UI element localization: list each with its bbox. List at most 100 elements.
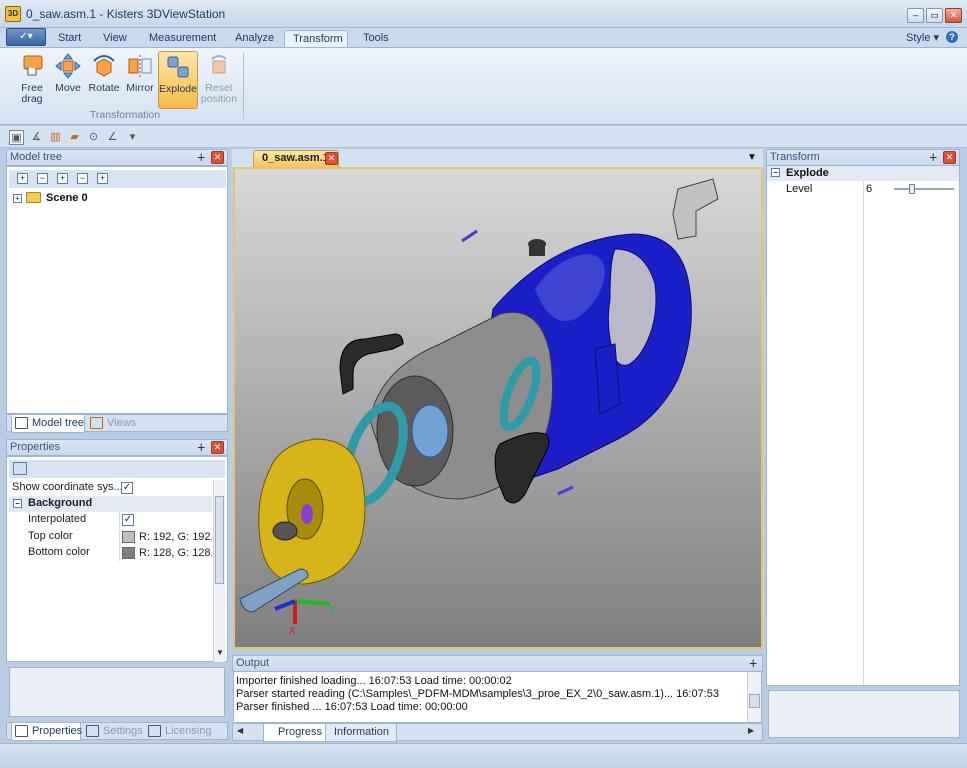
style-menu[interactable]: Style ▾ — [906, 31, 939, 44]
3d-model-render[interactable]: Y X — [235, 169, 761, 647]
tab-settings[interactable]: Settings — [83, 723, 143, 741]
tab-information[interactable]: Information — [325, 724, 397, 742]
tab-licensing[interactable]: Licensing — [145, 723, 211, 741]
model-tree-title: Model tree — [10, 151, 62, 163]
explode-button[interactable]: Explode — [158, 51, 198, 109]
close-icon[interactable]: ✕ — [211, 441, 224, 454]
move-label: Move — [55, 82, 81, 94]
explode-section[interactable]: − Explode — [767, 166, 959, 181]
tab-properties-label: Properties — [32, 725, 83, 737]
expand-selected-icon[interactable]: + — [97, 173, 108, 184]
mirror-button[interactable]: Mirror — [122, 51, 158, 109]
close-icon[interactable]: ✕ — [211, 151, 224, 164]
top-color-swatch[interactable] — [122, 531, 135, 544]
reset-position-button[interactable]: Reset position — [199, 51, 239, 109]
3d-viewport[interactable]: Y X — [233, 167, 763, 649]
collapse-level-icon[interactable]: − — [77, 173, 88, 184]
pin-icon[interactable]: ⵜ — [197, 151, 205, 166]
toolbar-more-icon[interactable]: ▾ — [125, 130, 140, 145]
rotate-button[interactable]: Rotate — [86, 51, 122, 109]
application-menu-button[interactable]: ✓▾ — [6, 28, 46, 46]
level-slider-thumb[interactable] — [909, 184, 915, 194]
prop-group-background[interactable]: − Background — [9, 496, 212, 512]
prop-row-coordinate[interactable]: Show coordinate sys... ✓ — [9, 480, 212, 496]
level-value[interactable]: 6 — [866, 183, 872, 195]
axis-triad: Y X — [274, 599, 336, 637]
scroll-right-icon[interactable]: ▶ — [748, 726, 754, 735]
cap-body[interactable] — [529, 244, 545, 256]
tab-list-dropdown-icon[interactable]: ▼ — [747, 152, 757, 163]
reset-label-2: position — [200, 93, 238, 105]
interpolated-checkbox[interactable]: ✓ — [122, 514, 134, 527]
tree-node-scene[interactable]: + Scene 0 — [13, 192, 133, 206]
help-icon[interactable]: ? — [946, 31, 958, 43]
rotate-cube-icon — [91, 53, 117, 79]
prop-row-top-color[interactable]: Top color R: 192, G: 192, B: 192 — [9, 529, 212, 545]
output-line: Importer finished loading... 16:07:53 Lo… — [236, 675, 512, 687]
minimize-button[interactable]: – — [907, 8, 924, 23]
level-slider-track[interactable] — [894, 188, 954, 190]
expand-all-icon[interactable]: + — [17, 173, 28, 184]
status-bar — [0, 743, 967, 768]
prop-label: Show coordinate sys... — [12, 481, 123, 493]
bottom-color-swatch[interactable] — [122, 547, 135, 560]
restore-button[interactable]: ▭ — [926, 8, 943, 23]
pin-part[interactable] — [461, 229, 478, 243]
collapse-all-icon[interactable]: − — [37, 173, 48, 184]
level-label: Level — [786, 183, 813, 195]
bracket-part[interactable] — [672, 178, 719, 240]
select-mode-icon[interactable]: ▣ — [9, 130, 24, 145]
scroll-down-icon[interactable]: ▼ — [216, 648, 224, 657]
tab-tools[interactable]: Tools — [355, 30, 397, 48]
tree-expander-icon[interactable]: + — [13, 194, 22, 203]
tab-progress[interactable]: Progress — [263, 724, 333, 742]
paint-icon[interactable]: ▰ — [67, 130, 82, 145]
top-color-value: R: 192, G: 192, B: 192 — [139, 531, 212, 543]
tab-views[interactable]: Views — [87, 415, 137, 433]
tab-analyze[interactable]: Analyze — [227, 30, 282, 48]
output-tabs: ◀ Progress Information ▶ — [232, 723, 763, 742]
axis-y-label: Y — [329, 605, 336, 616]
properties-scrollbar[interactable]: ▼ — [213, 480, 225, 662]
axis-x-label: X — [289, 626, 296, 637]
coordinate-checkbox[interactable]: ✓ — [121, 482, 133, 495]
pin-part-2[interactable] — [557, 485, 574, 496]
section-icon[interactable]: ▥ — [48, 130, 63, 145]
tab-model-tree[interactable]: Model tree — [11, 415, 85, 433]
free-drag-button[interactable]: Free drag — [14, 51, 50, 109]
move-button[interactable]: Move — [50, 51, 86, 109]
angle-icon[interactable]: ∠ — [105, 130, 120, 145]
tab-transform[interactable]: Transform — [284, 30, 348, 48]
tab-information-label: Information — [334, 726, 390, 738]
pin-icon[interactable]: ⵜ — [929, 151, 937, 166]
tab-measurement[interactable]: Measurement — [141, 30, 224, 48]
app-icon[interactable]: 3D — [5, 6, 21, 22]
target-icon[interactable]: ⊙ — [86, 130, 101, 145]
properties-title: Properties — [10, 441, 61, 453]
pin-icon[interactable]: ⵜ — [749, 657, 757, 672]
scrollbar-thumb[interactable] — [215, 496, 224, 584]
tab-licensing-label: Licensing — [165, 725, 212, 737]
measure-angle-icon[interactable]: ∡ — [29, 130, 44, 145]
prop-row-bottom-color[interactable]: Bottom color R: 128, G: 128, B: 128 — [9, 545, 212, 561]
yellow-gear-housing[interactable] — [258, 438, 366, 585]
washer-part[interactable] — [272, 521, 298, 541]
tab-properties[interactable]: Properties — [11, 723, 83, 741]
expand-level-icon[interactable]: + — [57, 173, 68, 184]
scroll-left-icon[interactable]: ◀ — [237, 726, 243, 735]
collapse-icon[interactable]: − — [13, 499, 22, 508]
shaft-part[interactable] — [239, 568, 309, 613]
output-header: Output ⵜ — [232, 655, 763, 672]
sort-categorized-icon[interactable] — [13, 462, 27, 475]
prop-group-label: Background — [28, 497, 93, 509]
scrollbar-thumb[interactable] — [749, 694, 760, 708]
tab-start[interactable]: Start — [50, 30, 89, 48]
pin-icon[interactable]: ⵜ — [197, 441, 205, 456]
close-icon[interactable]: ✕ — [943, 151, 956, 164]
prop-row-interpolated[interactable]: Interpolated ✓ — [9, 512, 212, 528]
tab-view[interactable]: View — [95, 30, 135, 48]
close-icon[interactable]: ✕ — [325, 152, 338, 165]
collapse-icon[interactable]: − — [771, 168, 780, 177]
close-button[interactable]: ✕ — [945, 8, 962, 23]
output-scrollbar[interactable] — [747, 672, 761, 722]
